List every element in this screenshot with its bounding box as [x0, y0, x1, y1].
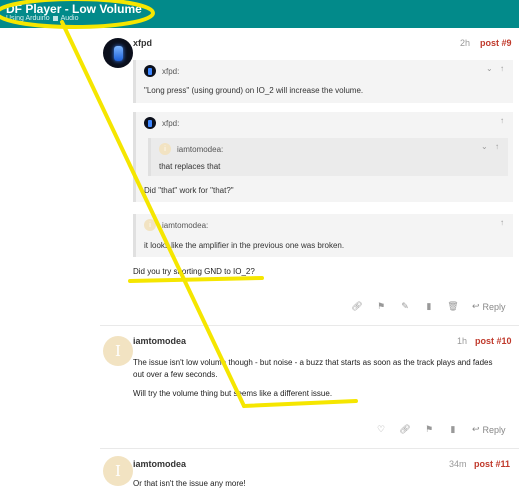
topic-title[interactable]: DF Player - Low Volume [6, 2, 142, 16]
go-to-quoted-icon[interactable]: ↑ [500, 116, 504, 125]
nested-quote-text: that replaces that [159, 162, 221, 171]
reply-icon: ↩ [472, 424, 480, 434]
post-number[interactable]: post #10 [475, 336, 512, 346]
edit-icon[interactable]: ✎ [400, 301, 410, 312]
flag-icon[interactable]: ⚑ [376, 301, 386, 312]
reply-icon: ↩ [472, 301, 480, 311]
topic-header: DF Player - Low Volume Using Arduino Audi… [0, 0, 519, 28]
reply-label: Reply [482, 301, 506, 312]
reply-button[interactable]: ↩ Reply [472, 424, 506, 435]
post-actions: 🔗︎ ⚑ ✎ ▮ 🗑︎ ↩ Reply [338, 301, 506, 312]
quote-avatar: i [159, 143, 171, 155]
quote-header: i iamtomodea: [144, 219, 208, 231]
quote-author[interactable]: iamtomodea: [162, 221, 208, 230]
quote-block: xfpd: ⌄ ↑ "Long press" (using ground) on… [133, 60, 513, 103]
avatar-image-icon [113, 45, 123, 61]
quote-author[interactable]: xfpd: [162, 119, 179, 128]
like-icon[interactable]: ♡ [376, 424, 386, 435]
quote-avatar: i [144, 219, 156, 231]
quote-text: "Long press" (using ground) on IO_2 will… [144, 86, 364, 95]
bookmark-icon[interactable]: ▮ [448, 424, 458, 435]
bookmark-icon[interactable]: ▮ [424, 301, 434, 312]
avatar[interactable]: I [103, 456, 133, 486]
post-time[interactable]: 2h [460, 38, 470, 48]
post-username[interactable]: iamtomodea [133, 459, 186, 469]
link-icon[interactable]: 🔗︎ [351, 301, 362, 312]
reply-label: Reply [482, 424, 506, 435]
post-time[interactable]: 34m [449, 459, 467, 469]
underline-mark [128, 276, 264, 283]
breadcrumb: Using Arduino Audio [6, 15, 79, 22]
quote-text: it looks like the amplifier in the previ… [144, 241, 345, 250]
post-actions: ♡ 🔗︎ ⚑ ▮ ↩ Reply [362, 424, 506, 435]
category-badge-icon [52, 15, 58, 21]
post-body-paragraph: The issue isn't low volume though - but … [133, 358, 493, 379]
quote-block: i iamtomodea: ↑ it looks like the amplif… [133, 214, 513, 257]
post-number[interactable]: post #11 [474, 459, 510, 469]
post-time[interactable]: 1h [457, 336, 467, 346]
link-icon[interactable]: 🔗︎ [399, 424, 410, 435]
quote-header: xfpd: [144, 65, 179, 77]
post-body: Did you try shorting GND to IO_2? [133, 267, 255, 276]
post-body-paragraph: Will try the volume thing but seems like… [133, 389, 333, 398]
post-number[interactable]: post #9 [480, 38, 512, 48]
nested-quote-author[interactable]: iamtomodea: [177, 145, 223, 154]
nested-quote-block: i iamtomodea: ⌄ ↑ that replaces that [148, 138, 508, 176]
post-username[interactable]: xfpd [133, 38, 152, 48]
post-username[interactable]: iamtomodea [133, 336, 186, 346]
flag-icon[interactable]: ⚑ [424, 424, 434, 435]
post-divider [100, 448, 519, 449]
go-to-quoted-icon[interactable]: ↑ [500, 64, 504, 73]
quote-avatar [144, 65, 156, 77]
post-body: Or that isn't the issue any more! [133, 479, 246, 488]
quote-text: Did "that" work for "that?" [144, 186, 234, 195]
expand-quote-icon[interactable]: ⌄ [481, 142, 488, 151]
quote-header: xfpd: [144, 117, 179, 129]
post-divider [100, 325, 519, 326]
go-to-quoted-icon[interactable]: ↑ [495, 142, 499, 151]
expand-quote-icon[interactable]: ⌄ [486, 64, 493, 73]
underline-mark [242, 399, 358, 408]
breadcrumb-category[interactable]: Using Arduino [6, 15, 50, 22]
avatar[interactable] [103, 38, 133, 68]
go-to-quoted-icon[interactable]: ↑ [500, 218, 504, 227]
delete-icon[interactable]: 🗑︎ [447, 301, 458, 312]
quote-author[interactable]: xfpd: [162, 67, 179, 76]
avatar[interactable]: I [103, 336, 133, 366]
reply-button[interactable]: ↩ Reply [472, 301, 506, 312]
breadcrumb-subcategory[interactable]: Audio [61, 15, 79, 22]
nested-quote-header: i iamtomodea: [159, 143, 223, 155]
quote-avatar [144, 117, 156, 129]
quote-block: xfpd: ↑ i iamtomodea: ⌄ ↑ that replaces … [133, 112, 513, 202]
